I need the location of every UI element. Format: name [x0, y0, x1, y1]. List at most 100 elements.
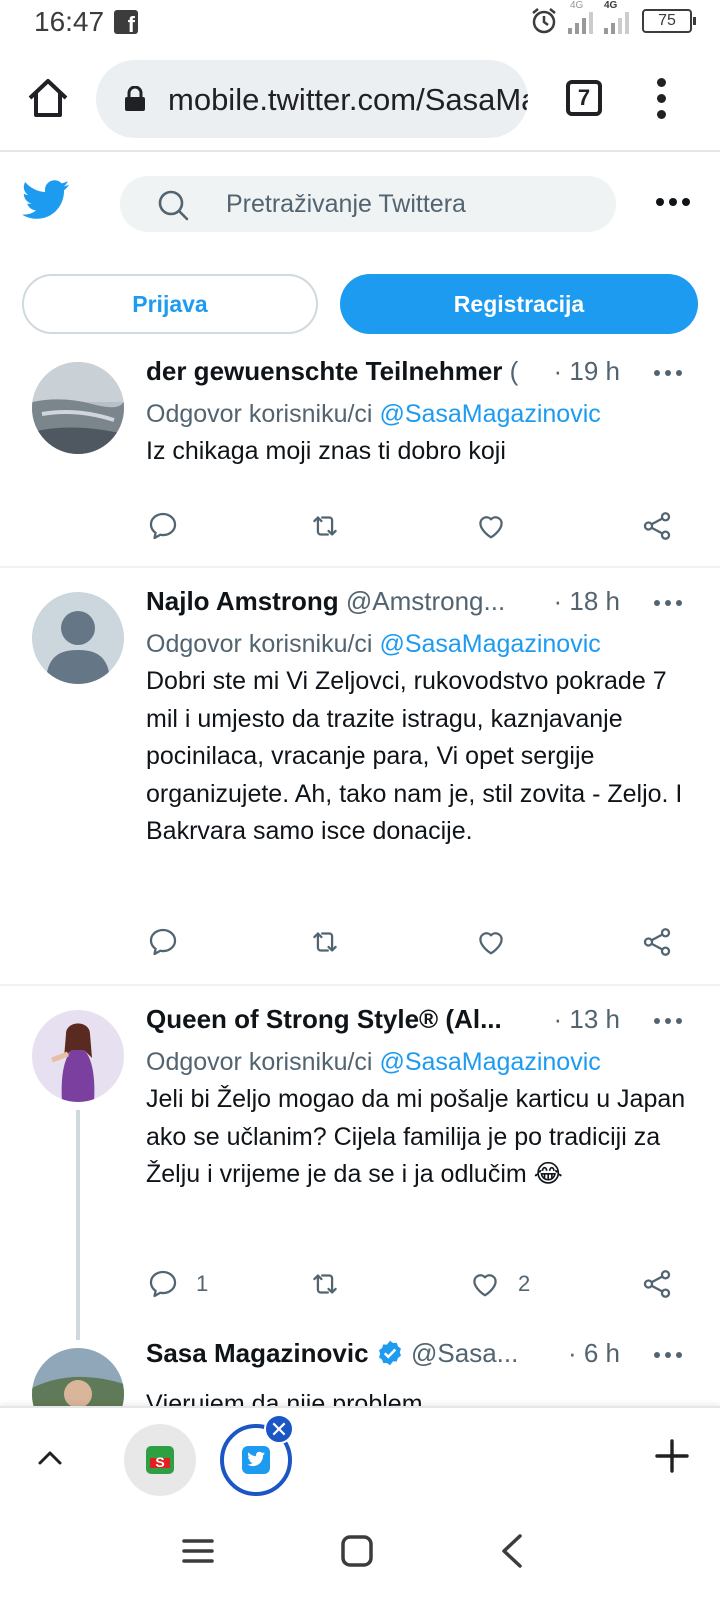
chevron-up-icon[interactable]: [36, 1444, 64, 1472]
tweet-more-icon[interactable]: [654, 1352, 682, 1358]
tweet-author-handle[interactable]: (: [510, 356, 519, 386]
reply-mention[interactable]: @SasaMagazinovic: [379, 400, 600, 428]
heart-icon: [473, 1274, 497, 1297]
tweet-author-name[interactable]: Najlo Amstrong: [146, 586, 339, 616]
tweet-text: Iz chikaga moji znas ti dobro koji: [146, 437, 506, 465]
retweet-icon: [313, 932, 337, 952]
retweet-icon: [313, 1274, 337, 1294]
signal-1-icon: 4G: [566, 0, 594, 36]
search-placeholder: Pretraživanje Twittera: [226, 190, 466, 218]
heart-icon: [479, 516, 503, 539]
facebook-notification-icon: f: [114, 10, 138, 36]
share-button[interactable]: [640, 506, 674, 546]
tweet-time[interactable]: · 6 h: [563, 1338, 620, 1369]
url-text: mobile.twitter.com/SasaMagazinovic: [168, 82, 528, 117]
tab-thumbnail-sport[interactable]: S: [124, 1424, 196, 1496]
like-button[interactable]: [474, 922, 524, 962]
browser-tab-strip: S ✕: [0, 1406, 720, 1506]
more-options-icon[interactable]: [656, 198, 690, 206]
reply-icon: [149, 928, 177, 956]
like-button[interactable]: 2: [468, 1264, 530, 1304]
login-button[interactable]: Prijava: [22, 274, 318, 334]
tweet-author-name[interactable]: der gewuenschte Teilnehmer: [146, 356, 502, 386]
status-time: 16:47: [34, 6, 105, 37]
tweet-time[interactable]: · 19 h: [549, 356, 620, 387]
share-icon: [643, 1270, 671, 1298]
reply-icon: [149, 1270, 177, 1298]
retweet-button[interactable]: [308, 922, 342, 962]
back-nav-icon[interactable]: [498, 1532, 526, 1570]
avatar[interactable]: [32, 1348, 124, 1406]
share-icon: [643, 928, 671, 956]
tweet-text: Vjerujem da nije problem: [146, 1390, 423, 1406]
divider: [0, 566, 720, 568]
tweet-author-name[interactable]: Sasa Magazinovic: [146, 1338, 369, 1368]
reply-mention[interactable]: @SasaMagazinovic: [379, 1048, 600, 1076]
tweet-author-name[interactable]: Queen of Strong Style® (Al...: [146, 1004, 502, 1034]
tweet-time[interactable]: · 18 h: [549, 586, 620, 617]
reply-context: Odgovor korisniku/ci @SasaMagazinovic: [146, 1048, 690, 1077]
reply-context: Odgovor korisniku/ci @SasaMagazinovic: [146, 400, 690, 429]
reply-button[interactable]: [146, 922, 196, 962]
heart-icon: [479, 932, 503, 955]
share-button[interactable]: [640, 922, 674, 962]
tweet-author-handle[interactable]: @Sasa...: [411, 1338, 518, 1368]
tweet-more-icon[interactable]: [654, 1018, 682, 1024]
retweet-button[interactable]: [308, 506, 342, 546]
new-tab-icon[interactable]: [654, 1438, 690, 1474]
reply-button[interactable]: 1: [146, 1264, 208, 1304]
verified-badge-icon: [378, 1340, 401, 1366]
reply-icon: [149, 512, 177, 540]
tweet[interactable]: Queen of Strong Style® (Al... · 13 h Odg…: [0, 998, 720, 1338]
address-bar[interactable]: mobile.twitter.com/SasaMagazinovic: [96, 60, 528, 138]
search-input[interactable]: Pretraživanje Twittera: [120, 176, 616, 232]
search-icon: [158, 190, 189, 221]
reply-context: Odgovor korisniku/ci @SasaMagazinovic: [146, 630, 690, 659]
browser-toolbar: mobile.twitter.com/SasaMagazinovic 7: [0, 44, 720, 152]
share-button[interactable]: [640, 1264, 674, 1304]
tweet-actions: [146, 506, 686, 546]
tweet[interactable]: Sasa Magazinovic @Sasa... · 6 h Vjerujem…: [0, 1338, 720, 1406]
svg-text:S: S: [155, 1454, 164, 1470]
status-bar: 16:47 f 4G 4G 75: [0, 0, 720, 44]
like-count: 2: [518, 1271, 531, 1296]
tweet-time[interactable]: · 13 h: [549, 1004, 620, 1035]
like-button[interactable]: [474, 506, 524, 546]
recent-apps-icon[interactable]: [180, 1536, 216, 1566]
tweet-text: Dobri ste mi Vi Zeljovci, rukovodstvo po…: [146, 667, 683, 845]
close-tab-icon[interactable]: ✕: [264, 1414, 294, 1444]
reply-prefix: Odgovor korisniku/ci: [146, 630, 380, 658]
tweet-text: Jeli bi Željo mogao da mi pošalje kartic…: [146, 1085, 686, 1188]
twitter-header: Pretraživanje Twittera: [0, 156, 720, 256]
twitter-logo-icon[interactable]: [22, 180, 70, 220]
signup-button[interactable]: Registracija: [340, 274, 698, 334]
reply-prefix: Odgovor korisniku/ci: [146, 400, 380, 428]
lock-icon: [125, 86, 145, 111]
reply-button[interactable]: [146, 506, 196, 546]
home-nav-icon[interactable]: [340, 1534, 374, 1568]
sport-site-favicon-icon: S: [146, 1446, 174, 1474]
retweet-button[interactable]: [308, 1264, 342, 1304]
avatar[interactable]: [32, 362, 124, 454]
alarm-icon: [532, 8, 556, 34]
home-icon[interactable]: [26, 76, 70, 120]
tweet[interactable]: der gewuenschte Teilnehmer ( · 19 h Odgo…: [0, 350, 720, 566]
tweet[interactable]: Najlo Amstrong @Amstrong... · 18 h Odgov…: [0, 580, 720, 982]
retweet-icon: [313, 516, 337, 536]
tweet-actions: [146, 922, 686, 962]
avatar[interactable]: [32, 1010, 124, 1102]
tab-switcher-button[interactable]: 7: [566, 80, 602, 116]
tweet-actions: 1 2: [146, 1264, 686, 1304]
tweet-more-icon[interactable]: [654, 370, 682, 376]
share-icon: [643, 512, 671, 540]
avatar[interactable]: [32, 592, 124, 684]
system-navigation-bar: [0, 1506, 720, 1600]
tweet-more-icon[interactable]: [654, 600, 682, 606]
browser-menu-icon[interactable]: [654, 78, 668, 122]
reply-prefix: Odgovor korisniku/ci: [146, 1048, 380, 1076]
divider: [0, 984, 720, 986]
tweet-author-handle[interactable]: @Amstrong...: [346, 586, 505, 616]
reply-count: 1: [196, 1271, 209, 1296]
reply-mention[interactable]: @SasaMagazinovic: [379, 630, 600, 658]
battery-indicator: 75: [642, 9, 696, 33]
